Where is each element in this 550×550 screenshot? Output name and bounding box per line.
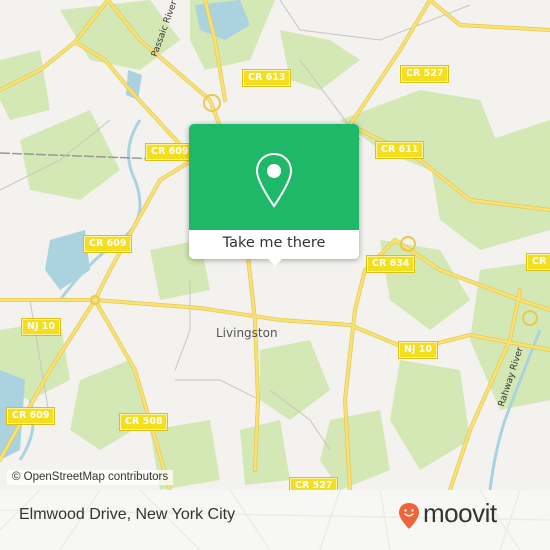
place-label-livingston: Livingston bbox=[216, 326, 278, 340]
popup-header bbox=[189, 124, 359, 230]
take-me-there-button[interactable]: Take me there bbox=[189, 230, 359, 259]
moovit-pin-icon bbox=[399, 503, 419, 529]
brand-name: moovit bbox=[423, 498, 497, 528]
road-shield: CR 527 bbox=[399, 65, 450, 83]
map[interactable]: Passaic River Rahway River CR 613 CR 527… bbox=[0, 0, 550, 490]
road-shield: CR 634 bbox=[365, 255, 416, 273]
road-shield: CR 609 bbox=[82, 235, 133, 253]
road-shield: NJ 10 bbox=[20, 318, 62, 336]
popup-pointer bbox=[267, 258, 283, 266]
road-shield: CR 609 bbox=[144, 143, 195, 161]
location-pin-icon bbox=[255, 152, 293, 208]
road-shield: CR 527 bbox=[525, 253, 550, 271]
road-shield: CR 611 bbox=[374, 141, 425, 159]
road-shield: CR 613 bbox=[241, 69, 292, 87]
footer: Elmwood Drive, New York City moovit bbox=[0, 490, 550, 550]
destination-popup: Take me there bbox=[189, 124, 359, 266]
road-shield: CR 609 bbox=[5, 407, 56, 425]
road-shield: CR 527 bbox=[288, 477, 339, 490]
road-shield: NJ 10 bbox=[397, 341, 439, 359]
map-attribution[interactable]: © OpenStreetMap contributors bbox=[7, 470, 174, 485]
location-name: Elmwood Drive, New York City bbox=[19, 506, 236, 523]
road-shield: CR 508 bbox=[118, 413, 169, 431]
